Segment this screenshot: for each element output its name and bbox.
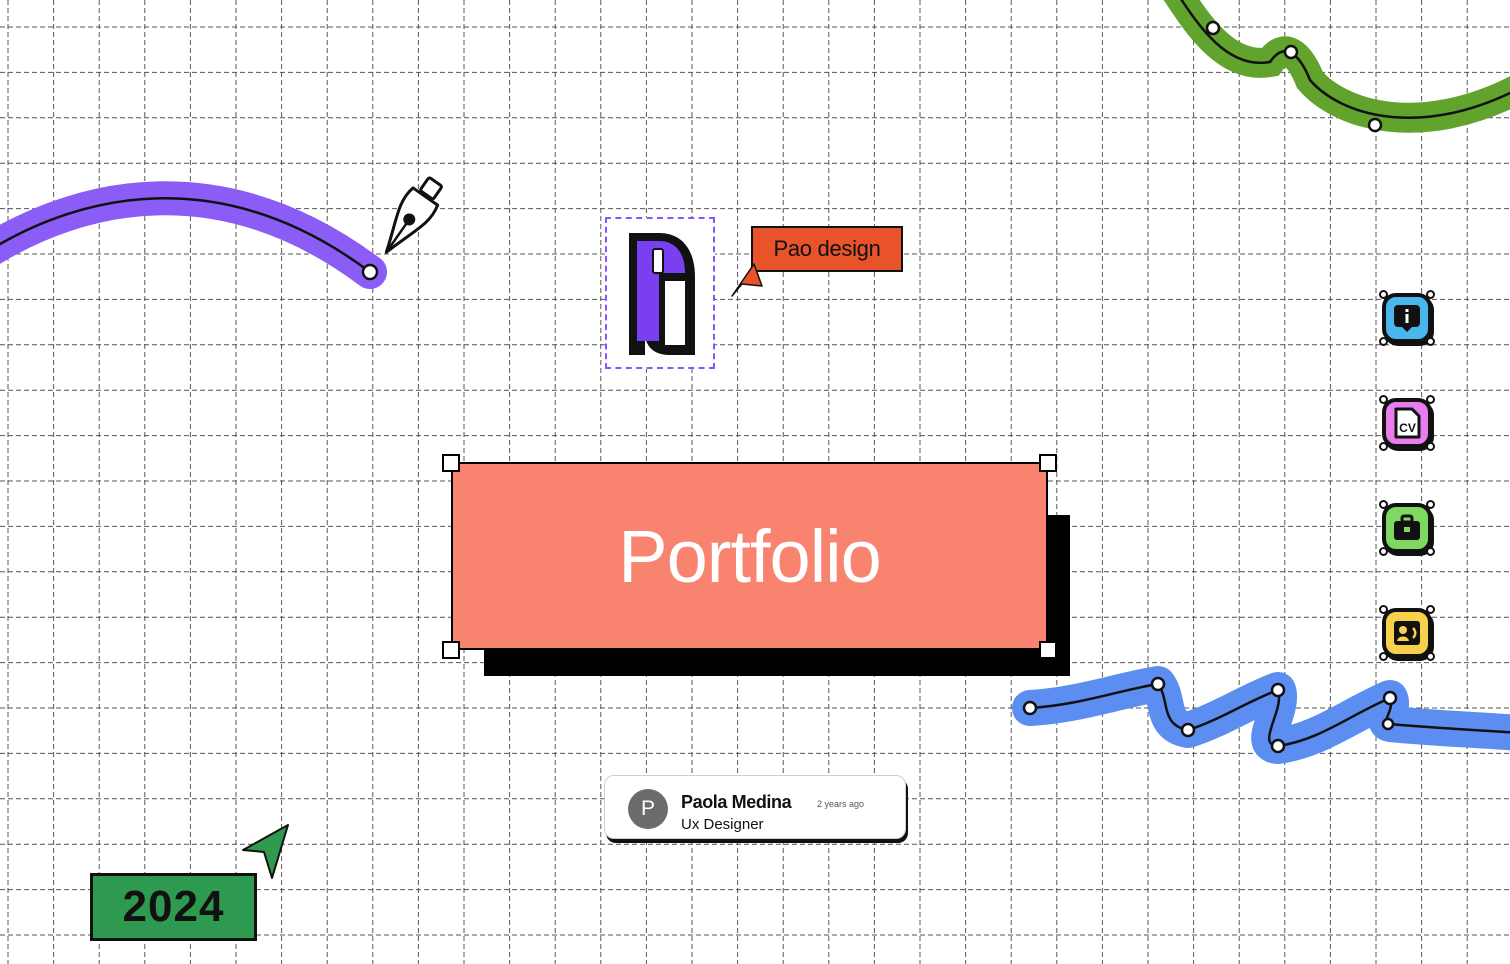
resize-handle-bottom-right[interactable] bbox=[1039, 641, 1057, 659]
briefcase-icon bbox=[1394, 514, 1420, 540]
cv-file-icon: CV bbox=[1394, 407, 1421, 439]
green-curve-anchor bbox=[1367, 117, 1383, 133]
nav-work-button[interactable] bbox=[1379, 500, 1435, 556]
blue-squiggle-anchor bbox=[1180, 722, 1196, 738]
avatar: P bbox=[628, 789, 668, 829]
portfolio-title: Portfolio bbox=[618, 514, 881, 598]
portfolio-hero-box[interactable]: Portfolio bbox=[451, 462, 1048, 650]
purple-arc-stroke bbox=[0, 181, 387, 289]
purple-arc-anchor bbox=[361, 263, 379, 281]
user-card[interactable]: P Paola Medina 2 years ago Ux Designer bbox=[604, 775, 906, 839]
cv-icon-label: CV bbox=[1399, 421, 1416, 435]
info-icon bbox=[1394, 305, 1420, 332]
resize-handle-top-right[interactable] bbox=[1039, 454, 1057, 472]
user-timestamp: 2 years ago bbox=[817, 799, 865, 809]
nav-info-button[interactable] bbox=[1379, 290, 1435, 346]
blue-squiggle-anchor bbox=[1270, 682, 1286, 698]
blue-squiggle-anchor bbox=[1381, 717, 1395, 731]
nav-contact-button[interactable] bbox=[1379, 605, 1435, 661]
user-role: Ux Designer bbox=[681, 816, 764, 833]
tag-label: Pao design bbox=[773, 236, 881, 261]
blue-squiggle-anchor bbox=[1270, 738, 1286, 754]
pd-monogram-logo-icon bbox=[629, 233, 695, 355]
green-curve-stroke bbox=[1163, 0, 1510, 133]
year-label: 2024 bbox=[122, 882, 225, 931]
blue-squiggle-anchor bbox=[1022, 700, 1038, 716]
logo-frame[interactable] bbox=[605, 217, 715, 369]
pao-design-tag[interactable]: Pao design bbox=[751, 226, 903, 272]
user-name: Paola Medina bbox=[681, 792, 792, 812]
pen-tool-icon bbox=[384, 176, 443, 254]
year-badge: 2024 bbox=[90, 873, 257, 941]
green-curve-anchor bbox=[1283, 44, 1299, 60]
green-curve-anchor bbox=[1205, 20, 1221, 36]
avatar-initial: P bbox=[640, 797, 655, 820]
blue-squiggle-anchor bbox=[1382, 690, 1398, 706]
nav-cv-button[interactable]: CV bbox=[1379, 395, 1435, 451]
blue-squiggle-anchor bbox=[1150, 676, 1166, 692]
pointer-cursor-icon bbox=[731, 263, 763, 297]
contact-card-icon bbox=[1394, 621, 1420, 645]
resize-handle-top-left[interactable] bbox=[442, 454, 460, 472]
resize-handle-bottom-left[interactable] bbox=[442, 641, 460, 659]
